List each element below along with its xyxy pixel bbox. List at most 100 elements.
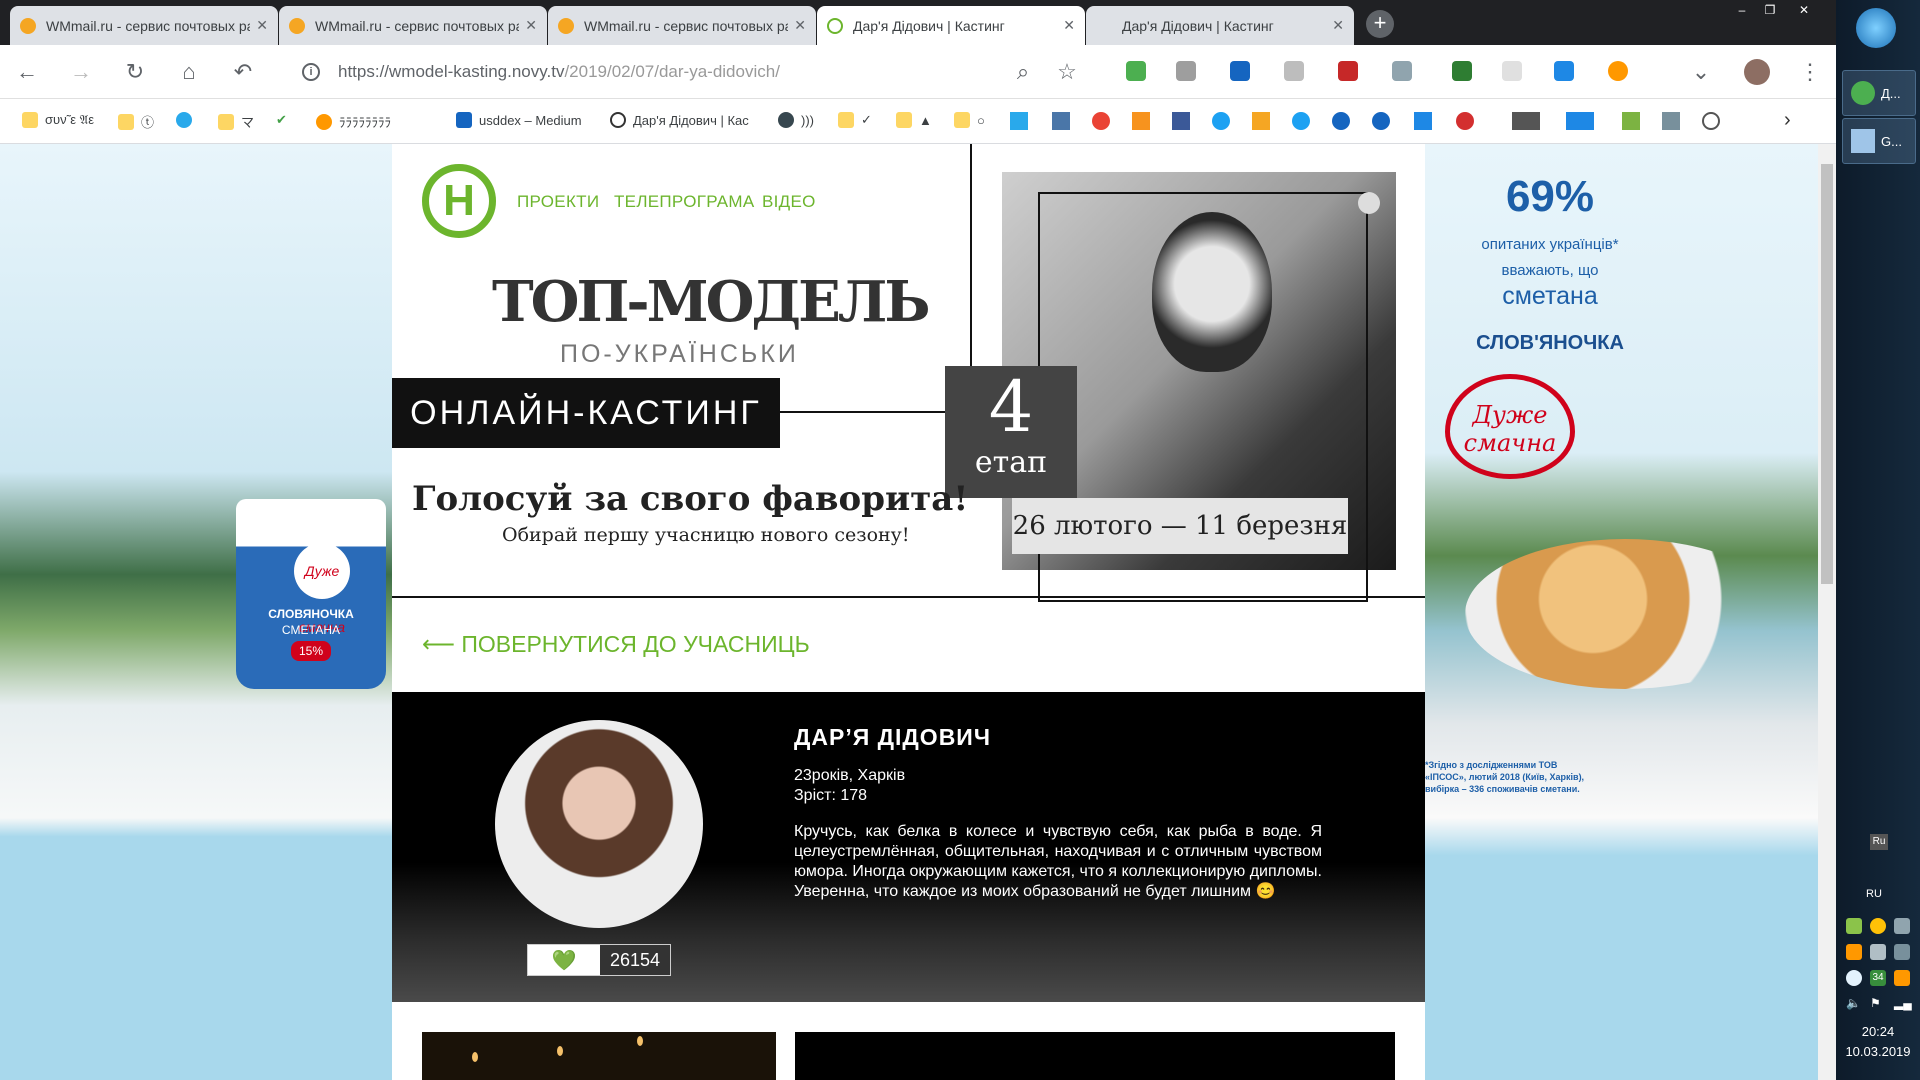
right-ad-banner[interactable]: 69% опитаних українців* вважають, що сме… bbox=[1425, 144, 1818, 1080]
undo-icon[interactable]: ↶ bbox=[228, 57, 258, 87]
cloud-icon[interactable] bbox=[1846, 970, 1862, 986]
clock-date[interactable]: 10.03.2019 bbox=[1836, 1044, 1920, 1059]
bookmark-item[interactable]: συν̃ ε 𝔄ε bbox=[22, 112, 94, 128]
taskbar-app-second[interactable]: G... bbox=[1842, 118, 1916, 164]
back-icon[interactable]: ← bbox=[12, 57, 42, 87]
start-button[interactable] bbox=[1856, 8, 1896, 48]
mail-icon[interactable] bbox=[1252, 112, 1270, 130]
twitter-icon[interactable] bbox=[1212, 112, 1230, 130]
tab-wmmail-3[interactable]: WMmail.ru - сервис почтовых расс ✕ bbox=[548, 6, 816, 45]
extension-cloud-icon[interactable] bbox=[1176, 61, 1196, 81]
extension-zero-icon[interactable] bbox=[1502, 61, 1522, 81]
bookmark-item[interactable]: usddex – Medium bbox=[456, 112, 582, 128]
tab-wmmail-1[interactable]: WMmail.ru - сервис почтовых расс ✕ bbox=[10, 6, 278, 45]
heart-icon[interactable]: 💚 bbox=[528, 945, 600, 975]
tray-badge[interactable]: 34 bbox=[1870, 970, 1886, 986]
left-ad-banner[interactable]: Дуже смачна СЛОВЯНОЧКА СМЕТАНА 15% bbox=[0, 144, 392, 1080]
nav-projects[interactable]: ПРОЕКТИ bbox=[517, 192, 599, 212]
chevron-down-icon[interactable]: ⌄ bbox=[1686, 57, 1716, 87]
close-icon[interactable]: ✕ bbox=[794, 17, 806, 34]
video-thumbnail[interactable] bbox=[422, 1032, 776, 1080]
facebook-icon[interactable] bbox=[1172, 112, 1190, 130]
bookmark-item[interactable]: マ bbox=[218, 112, 254, 131]
close-icon[interactable]: ✕ bbox=[256, 17, 268, 34]
tray-icon[interactable] bbox=[1846, 918, 1862, 934]
extension-al-icon[interactable] bbox=[1126, 61, 1146, 81]
ublock-icon[interactable] bbox=[1338, 61, 1358, 81]
profile-avatar[interactable] bbox=[1744, 59, 1770, 85]
play-icon[interactable] bbox=[1456, 112, 1474, 130]
nav-video[interactable]: ВІДЕО bbox=[762, 192, 816, 212]
star-icon[interactable]: ☆ bbox=[1052, 57, 1082, 87]
bookmark-item[interactable]: ○ bbox=[954, 112, 985, 128]
network-icon[interactable]: ▂▄ bbox=[1894, 996, 1912, 1012]
odnoklassniki-icon[interactable] bbox=[1132, 112, 1150, 130]
flag-icon[interactable]: ⚑ bbox=[1870, 996, 1886, 1012]
translate-icon[interactable] bbox=[1554, 61, 1574, 81]
language-small-indicator[interactable]: Ru bbox=[1870, 834, 1888, 850]
menu-icon[interactable]: ⋮ bbox=[1795, 57, 1825, 87]
bookmark-item[interactable]: ▲ bbox=[896, 112, 932, 128]
bookmark-item[interactable]: ✔ bbox=[276, 112, 287, 128]
language-indicator[interactable]: RU bbox=[1866, 888, 1882, 900]
doc-dropdown-icon[interactable] bbox=[1566, 112, 1594, 130]
chevron-right-icon[interactable]: › bbox=[1784, 109, 1791, 132]
close-icon[interactable]: ✕ bbox=[525, 17, 537, 34]
reload-icon[interactable]: ↻ bbox=[120, 57, 150, 87]
tray-icon[interactable] bbox=[1846, 944, 1862, 960]
tray-icon[interactable] bbox=[1894, 918, 1910, 934]
tab-casting-2[interactable]: Дар'я Дідович | Кастинг ✕ bbox=[1086, 6, 1354, 45]
translate-icon[interactable] bbox=[1414, 112, 1432, 130]
extension-search-icon[interactable] bbox=[1392, 61, 1412, 81]
tab-wmmail-2[interactable]: WMmail.ru - сервис почтовых расс ✕ bbox=[279, 6, 547, 45]
tray-icon[interactable] bbox=[1870, 944, 1886, 960]
speed-icon[interactable] bbox=[1702, 112, 1720, 130]
list-dropdown-icon[interactable] bbox=[1512, 112, 1540, 130]
site-info-icon[interactable]: i bbox=[302, 63, 320, 81]
monitor-icon[interactable] bbox=[1662, 112, 1680, 130]
barcode-icon[interactable] bbox=[1622, 112, 1640, 130]
novy-logo[interactable]: Н bbox=[422, 164, 496, 238]
nav-tv-program[interactable]: ТЕЛЕПРОГРАМА bbox=[614, 192, 754, 212]
bookmark-item[interactable]: ﾗﾗﾗﾗﾗﾗﾗﾗ bbox=[316, 112, 391, 131]
google-plus-icon[interactable] bbox=[1092, 112, 1110, 130]
extension-mail-icon[interactable] bbox=[1230, 61, 1250, 81]
tray-icon[interactable] bbox=[1894, 970, 1910, 986]
scrollbar-thumb[interactable] bbox=[1821, 164, 1833, 584]
minimize-button[interactable]: – bbox=[1728, 0, 1756, 20]
extension-on-icon[interactable] bbox=[1452, 61, 1472, 81]
user-icon[interactable] bbox=[1358, 192, 1380, 214]
extension-cookie-icon[interactable] bbox=[1608, 61, 1628, 81]
forward-icon[interactable]: → bbox=[66, 57, 96, 87]
back-to-participants-link[interactable]: ⟵ ПОВЕРНУТИСЯ ДО УЧАСНИЦЬ bbox=[422, 631, 810, 658]
clock-time[interactable]: 20:24 bbox=[1836, 1024, 1920, 1039]
scrollbar[interactable] bbox=[1818, 144, 1836, 1080]
tab-casting-active[interactable]: Дар'я Дідович | Кастинг ✕ bbox=[817, 6, 1085, 45]
vk-icon[interactable] bbox=[1052, 112, 1070, 130]
taskbar-app-chrome[interactable]: Д... bbox=[1842, 70, 1916, 116]
like-button[interactable]: 💚 26154 bbox=[527, 944, 671, 976]
restore-button[interactable]: ❐ bbox=[1756, 0, 1784, 20]
video-player[interactable] bbox=[795, 1032, 1395, 1080]
bookmark-item[interactable]: ))) bbox=[778, 112, 814, 128]
extension-history-icon[interactable] bbox=[1284, 61, 1304, 81]
volume-icon[interactable]: 🔈 bbox=[1846, 996, 1862, 1012]
home-icon[interactable]: ⌂ bbox=[174, 57, 204, 87]
new-tab-button[interactable]: + bbox=[1366, 10, 1394, 38]
tray-icon[interactable] bbox=[1894, 944, 1910, 960]
zoom-icon[interactable]: ⌕ bbox=[1008, 57, 1038, 87]
tray-icon[interactable] bbox=[1870, 918, 1886, 934]
at-icon[interactable] bbox=[1332, 112, 1350, 130]
at-icon[interactable] bbox=[1372, 112, 1390, 130]
close-window-button[interactable]: ✕ bbox=[1790, 0, 1818, 20]
bookmark-item[interactable]: ⓣ bbox=[118, 112, 154, 131]
twitter-icon[interactable] bbox=[1292, 112, 1310, 130]
close-icon[interactable]: ✕ bbox=[1063, 17, 1075, 34]
tab-title: Дар'я Дідович | Кастинг bbox=[1122, 17, 1274, 34]
address-bar[interactable]: i https://wmodel-kasting.novy.tv/2019/02… bbox=[290, 52, 1050, 92]
paper-plane-icon[interactable] bbox=[1010, 112, 1028, 130]
bookmark-item[interactable] bbox=[176, 112, 199, 128]
close-icon[interactable]: ✕ bbox=[1332, 17, 1344, 34]
bookmark-item[interactable]: Дар'я Дідович | Кас bbox=[610, 112, 749, 128]
bookmark-item[interactable]: ✓ bbox=[838, 112, 872, 128]
